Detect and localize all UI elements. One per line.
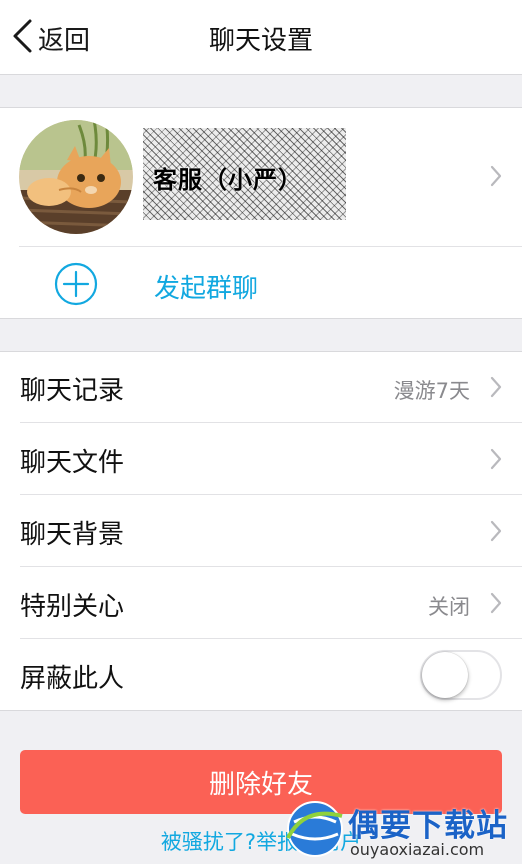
watermark-brand: 偶要下载站: [348, 808, 508, 844]
page-title: 聊天设置: [208, 26, 313, 56]
settings-row-chat-files[interactable]: 聊天文件: [0, 424, 522, 495]
profile-card: 客服（小严） 发起群聊: [0, 107, 522, 319]
divider: [20, 638, 522, 639]
divider: [20, 422, 522, 423]
watermark: 偶要下载站 ouyaoxiazai.com: [284, 790, 522, 864]
chevron-right-icon: [490, 376, 502, 398]
chevron-right-icon[interactable]: [490, 165, 502, 187]
settings-row-label: 聊天文件: [20, 448, 125, 478]
start-group-chat-row[interactable]: 发起群聊: [0, 247, 522, 319]
avatar[interactable]: [19, 120, 133, 234]
watermark-url: ouyaoxiazai.com: [350, 840, 485, 859]
settings-row-label: 聊天记录: [20, 376, 125, 406]
navigation-bar: 返回 聊天设置: [0, 0, 522, 75]
settings-row-chat-background[interactable]: 聊天背景: [0, 496, 522, 567]
settings-row-block-user: 屏蔽此人: [0, 640, 522, 711]
add-circle-icon: [54, 262, 98, 306]
chevron-right-icon: [490, 592, 502, 614]
chevron-right-icon: [490, 520, 502, 542]
block-user-toggle[interactable]: [420, 650, 502, 700]
settings-row-label: 屏蔽此人: [20, 664, 125, 694]
contact-nickname[interactable]: 客服（小严）: [153, 160, 303, 195]
settings-row-label: 特别关心: [20, 592, 125, 622]
globe-logo-icon: [284, 798, 346, 860]
settings-row-label: 聊天背景: [20, 520, 125, 550]
divider: [20, 494, 522, 495]
divider: [20, 566, 522, 567]
settings-row-value: 关闭: [428, 595, 470, 619]
settings-list: 聊天记录 漫游7天 聊天文件 聊天背景 特别关心 关闭 屏蔽此人: [0, 351, 522, 711]
settings-row-value: 漫游7天: [393, 379, 470, 403]
chevron-right-icon: [490, 448, 502, 470]
settings-row-chat-history[interactable]: 聊天记录 漫游7天: [0, 352, 522, 423]
settings-row-special-care[interactable]: 特别关心 关闭: [0, 568, 522, 639]
toggle-knob: [422, 652, 468, 698]
start-group-chat-label: 发起群聊: [154, 274, 259, 304]
